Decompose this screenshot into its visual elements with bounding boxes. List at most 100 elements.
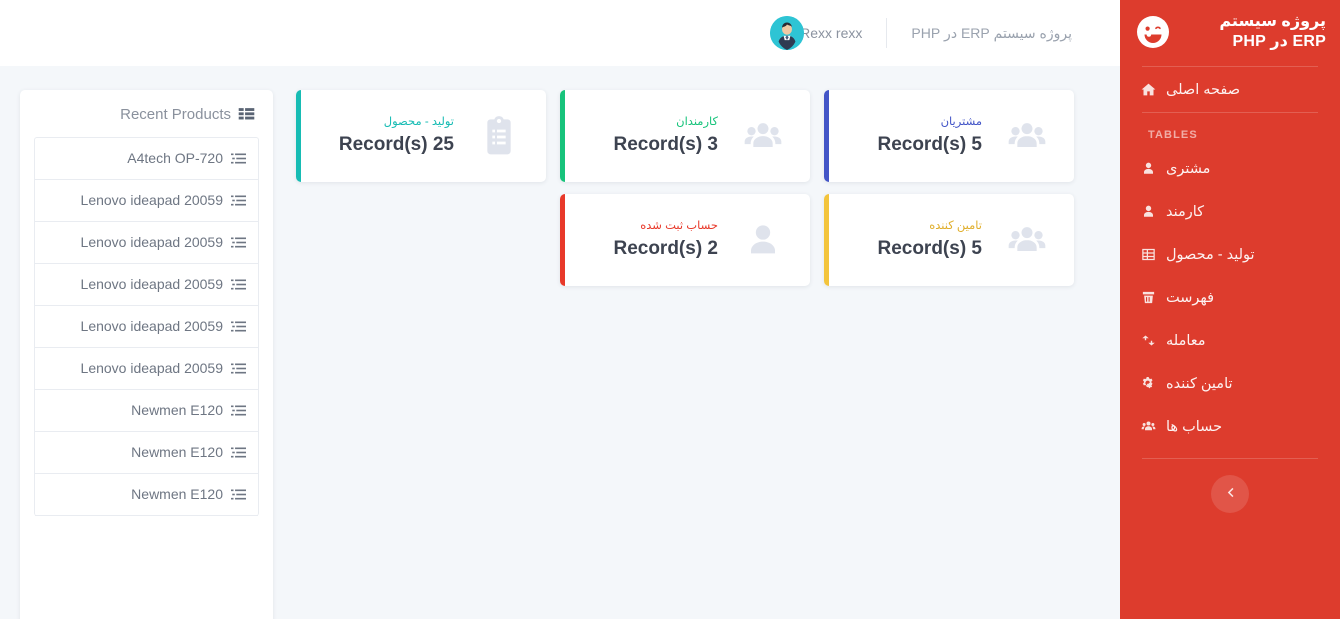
user-menu[interactable]: Rexx rexx xyxy=(770,16,862,50)
card-value: Record(s) 5 xyxy=(877,133,982,155)
card-label: مشتریان xyxy=(940,116,982,129)
users-icon xyxy=(734,107,792,165)
list-ul-icon xyxy=(231,151,246,166)
sidebar-item-label: مشتری xyxy=(1166,160,1211,177)
users-icon xyxy=(998,107,1056,165)
list-item[interactable]: Lenovo ideapad 20059 xyxy=(35,306,258,348)
sidebar-collapse-button[interactable] xyxy=(1211,475,1249,513)
sidebar-section-tables: TABLES xyxy=(1148,129,1198,141)
trash-icon xyxy=(1140,289,1157,306)
list-ul-icon xyxy=(231,361,246,376)
gears-icon xyxy=(1140,375,1157,392)
users-icon xyxy=(1140,418,1157,435)
table-list-icon xyxy=(238,106,255,123)
top-header: پروژه سیستم ERP در PHP Rexx rexx xyxy=(0,0,1120,66)
sidebar-collapse-area xyxy=(1120,459,1340,513)
sidebar-brand-text: پروژه سیستم ERP در PHP xyxy=(1219,12,1326,50)
sidebar-nav-list: مشتری کارمند تولید - محصول فهرست معامله … xyxy=(1120,147,1340,448)
grid-spacer xyxy=(296,194,546,286)
user-icon xyxy=(1140,160,1157,177)
smiley-wink-icon xyxy=(1134,13,1172,51)
card-texts: کارمندان Record(s) 3 xyxy=(560,116,720,156)
user-name: Rexx rexx xyxy=(800,25,863,41)
list-ul-icon xyxy=(231,277,246,292)
product-name: Newmen E120 xyxy=(131,402,223,419)
product-name: A4tech OP-720 xyxy=(127,150,223,167)
list-item[interactable]: Lenovo ideapad 20059 xyxy=(35,180,258,222)
card-texts: مشتریان Record(s) 5 xyxy=(824,116,984,156)
list-item[interactable]: A4tech OP-720 xyxy=(35,138,258,180)
card-value: Record(s) 2 xyxy=(613,237,718,259)
avatar xyxy=(770,16,805,50)
sidebar-item-inventory[interactable]: فهرست xyxy=(1120,276,1340,319)
stat-cards-grid: تولید - محصول Record(s) 25 کارمندان Reco… xyxy=(296,90,1096,286)
sidebar-item-label: تامین کننده xyxy=(1166,375,1233,392)
table-grid-icon xyxy=(1140,246,1157,263)
card-value: Record(s) 25 xyxy=(338,133,454,155)
chevron-left-icon xyxy=(1224,486,1237,502)
stat-card-customers[interactable]: مشتریان Record(s) 5 xyxy=(824,90,1074,182)
sidebar-item-label: کارمند xyxy=(1166,203,1205,220)
stat-card-products[interactable]: تولید - محصول Record(s) 25 xyxy=(296,90,546,182)
list-ul-icon xyxy=(231,445,246,460)
list-ul-icon xyxy=(231,403,246,418)
recent-products-list: A4tech OP-720 Lenovo ideapad 20059 Lenov… xyxy=(34,137,259,516)
product-name: Lenovo ideapad 20059 xyxy=(80,192,223,209)
header-divider xyxy=(886,18,888,48)
card-label: کارمندان xyxy=(676,116,718,129)
sidebar-item-supplier[interactable]: تامین کننده xyxy=(1120,362,1340,405)
list-item[interactable]: Newmen E120 xyxy=(35,390,258,432)
card-accent-bar xyxy=(824,194,829,286)
header-title: پروژه سیستم ERP در PHP xyxy=(911,24,1072,41)
card-texts: حساب ثبت شده Record(s) 2 xyxy=(560,220,720,260)
product-name: Newmen E120 xyxy=(131,486,223,503)
sidebar-item-home[interactable]: صفحه اصلی xyxy=(1120,67,1340,112)
card-accent-bar xyxy=(560,90,565,182)
list-ul-icon xyxy=(231,487,246,502)
sidebar: پروژه سیستم ERP در PHP صفحه اصلی TABLES xyxy=(1120,0,1340,619)
recent-products-title: Recent Products xyxy=(120,106,231,123)
recent-products-header: Recent Products xyxy=(34,106,259,137)
list-item[interactable]: Newmen E120 xyxy=(35,474,258,516)
product-name: Lenovo ideapad 20059 xyxy=(80,276,223,293)
card-label: تامین کننده xyxy=(929,220,982,233)
sidebar-item-product[interactable]: تولید - محصول xyxy=(1120,233,1340,276)
stat-card-employees[interactable]: کارمندان Record(s) 3 xyxy=(560,90,810,182)
main-content: تولید - محصول Record(s) 25 کارمندان Reco… xyxy=(0,66,1120,619)
sidebar-item-transaction[interactable]: معامله xyxy=(1120,319,1340,362)
sidebar-item-label: حساب ها xyxy=(1166,418,1223,435)
card-accent-bar xyxy=(296,90,301,182)
sidebar-brand[interactable]: پروژه سیستم ERP در PHP xyxy=(1120,0,1340,66)
user-solid-icon xyxy=(734,211,792,269)
card-value: Record(s) 3 xyxy=(613,133,718,155)
sidebar-item-employee[interactable]: کارمند xyxy=(1120,190,1340,233)
list-ul-icon xyxy=(231,235,246,250)
list-item[interactable]: Lenovo ideapad 20059 xyxy=(35,222,258,264)
list-ul-icon xyxy=(231,319,246,334)
clipboard-list-icon xyxy=(470,107,528,165)
list-item[interactable]: Lenovo ideapad 20059 xyxy=(35,264,258,306)
sidebar-item-accounts[interactable]: حساب ها xyxy=(1120,405,1340,448)
stat-card-suppliers[interactable]: تامین کننده Record(s) 5 xyxy=(824,194,1074,286)
product-name: Lenovo ideapad 20059 xyxy=(80,318,223,335)
users-icon xyxy=(998,211,1056,269)
card-accent-bar xyxy=(560,194,565,286)
sidebar-item-label: فهرست xyxy=(1166,289,1215,306)
sidebar-item-customer[interactable]: مشتری xyxy=(1120,147,1340,190)
recent-products-panel: Recent Products A4tech OP-720 Lenovo ide… xyxy=(20,90,273,619)
card-label: حساب ثبت شده xyxy=(640,220,718,233)
dashboard-page: پروژه سیستم ERP در PHP Rexx rexx تولید -… xyxy=(0,0,1340,619)
list-item[interactable]: Newmen E120 xyxy=(35,432,258,474)
product-name: Lenovo ideapad 20059 xyxy=(80,234,223,251)
stat-card-registered-accounts[interactable]: حساب ثبت شده Record(s) 2 xyxy=(560,194,810,286)
sidebar-item-label: تولید - محصول xyxy=(1166,246,1255,263)
list-item[interactable]: Lenovo ideapad 20059 xyxy=(35,348,258,390)
home-icon xyxy=(1140,81,1157,98)
card-value: Record(s) 5 xyxy=(877,237,982,259)
sidebar-item-label: معامله xyxy=(1166,332,1206,349)
card-texts: تولید - محصول Record(s) 25 xyxy=(296,116,456,156)
product-name: Lenovo ideapad 20059 xyxy=(80,360,223,377)
card-accent-bar xyxy=(824,90,829,182)
product-name: Newmen E120 xyxy=(131,444,223,461)
card-texts: تامین کننده Record(s) 5 xyxy=(824,220,984,260)
